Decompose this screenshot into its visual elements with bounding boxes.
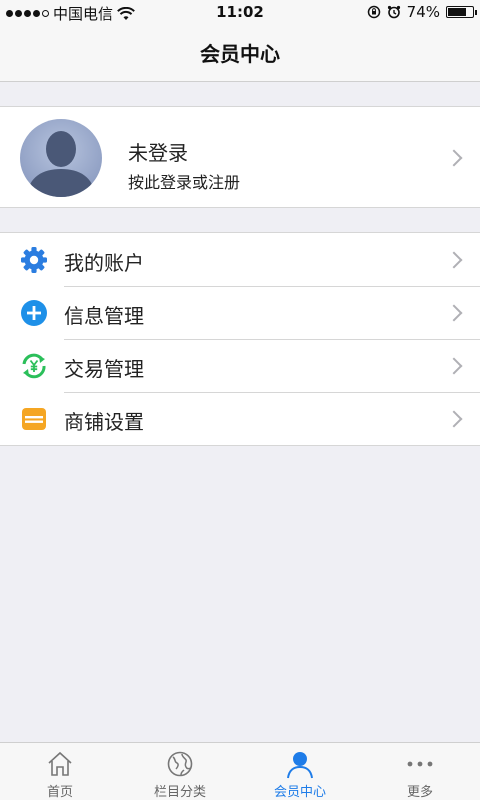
alarm-icon <box>387 5 400 19</box>
tab-member-center[interactable]: 会员中心 <box>240 743 360 800</box>
menu-item-my-account[interactable]: 我的账户 <box>0 233 480 286</box>
status-bar: 中国电信 11:02 74% <box>0 0 480 24</box>
menu-item-info-management[interactable]: 信息管理 <box>0 286 480 339</box>
chevron-right-icon <box>445 357 463 375</box>
menu-item-shop-settings[interactable]: 商铺设置 <box>0 392 480 445</box>
battery-percent: 74% <box>406 3 440 21</box>
chevron-right-icon <box>445 410 463 428</box>
menu-item-trade-management[interactable]: 交易管理 <box>0 339 480 392</box>
chevron-right-icon <box>445 149 463 167</box>
menu-item-label: 我的账户 <box>64 251 144 275</box>
plus-circle-icon <box>21 300 47 326</box>
menu-item-label: 信息管理 <box>64 304 144 328</box>
menu-item-label: 商铺设置 <box>64 410 144 434</box>
tab-label: 栏目分类 <box>153 785 206 800</box>
chevron-right-icon <box>445 251 463 269</box>
chevron-right-icon <box>445 304 463 322</box>
profile-name: 未登录 <box>128 141 188 165</box>
gear-icon <box>21 247 47 273</box>
yen-exchange-icon <box>22 353 46 379</box>
menu-item-label: 交易管理 <box>64 357 144 381</box>
tab-categories[interactable]: 栏目分类 <box>120 743 240 800</box>
tab-label: 更多 <box>406 785 433 800</box>
home-icon <box>48 751 72 776</box>
more-icon <box>407 761 433 767</box>
battery-fill <box>448 8 466 16</box>
menu-list: 我的账户 信息管理 交易管理 商铺设置 <box>0 232 480 446</box>
tab-label: 会员中心 <box>273 785 326 800</box>
profile-hint: 按此登录或注册 <box>128 173 241 192</box>
nav-bar: 会员中心 <box>0 24 480 82</box>
tab-more[interactable]: 更多 <box>360 743 480 800</box>
tab-label: 首页 <box>46 785 73 800</box>
orientation-lock-icon <box>367 5 380 19</box>
login-profile-row[interactable]: 未登录 按此登录或注册 <box>0 106 480 208</box>
person-icon <box>287 752 313 779</box>
avatar <box>20 119 102 197</box>
globe-icon <box>167 751 193 777</box>
status-right: 74% <box>367 3 477 21</box>
tab-bar: 首页 栏目分类 会员中心 更多 <box>0 742 480 800</box>
tab-home[interactable]: 首页 <box>0 743 120 800</box>
battery-icon <box>446 6 477 18</box>
shop-icon <box>22 408 46 430</box>
page-title: 会员中心 <box>200 42 280 66</box>
